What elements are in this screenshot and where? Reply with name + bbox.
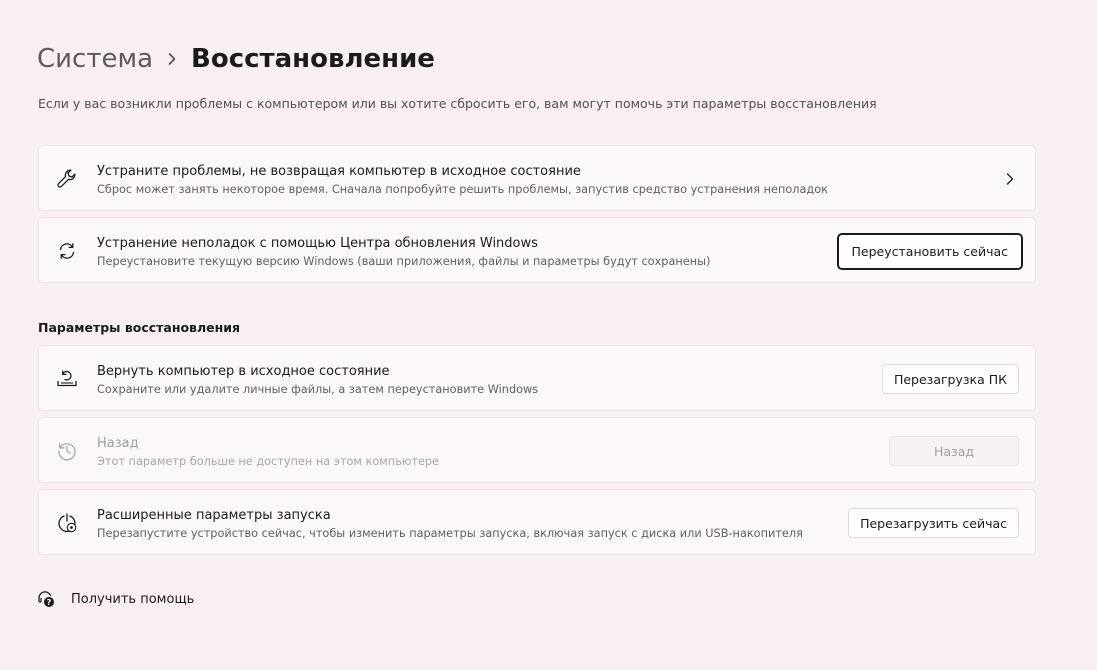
chevron-right-icon: [1003, 171, 1017, 187]
windows-update-fix-title: Устранение неполадок с помощью Центра об…: [97, 236, 538, 251]
advanced-startup-subtitle: Перезапустите устройство сейчас, чтобы и…: [97, 527, 803, 540]
wrench-icon: [55, 167, 79, 191]
breadcrumb-parent-system[interactable]: Система: [37, 44, 153, 74]
advanced-startup-title: Расширенные параметры запуска: [97, 508, 331, 523]
reset-pc-title: Вернуть компьютер в исходное состояние: [97, 364, 390, 379]
reinstall-now-button[interactable]: Переустановить сейчас: [836, 233, 1023, 270]
troubleshoot-title: Устраните проблемы, не возвращая компьют…: [97, 164, 581, 179]
reset-pc-card: Вернуть компьютер в исходное состояние С…: [38, 345, 1036, 411]
go-back-subtitle: Этот параметр больше не доступен на этом…: [97, 455, 440, 468]
reset-pc-button[interactable]: Перезагрузка ПК: [881, 364, 1019, 394]
chevron-right-icon: [167, 52, 177, 66]
page-title: Восстановление: [191, 44, 435, 74]
troubleshoot-subtitle: Сброс может занять некоторое время. Снач…: [97, 183, 828, 196]
reset-pc-icon: [55, 367, 79, 391]
go-back-card: Назад Этот параметр больше не доступен н…: [38, 417, 1036, 483]
windows-update-fix-card: Устранение неполадок с помощью Центра об…: [38, 217, 1036, 283]
recovery-options-header: Параметры восстановления: [38, 320, 241, 335]
restart-now-button[interactable]: Перезагрузить сейчас: [848, 508, 1019, 538]
svg-text:?: ?: [47, 598, 52, 607]
windows-update-fix-subtitle: Переустановите текущую версию Windows (в…: [97, 255, 711, 268]
advanced-startup-icon: [55, 511, 79, 535]
go-back-title: Назад: [97, 436, 139, 451]
help-icon: ?: [37, 590, 55, 608]
breadcrumb: Система Восстановление: [37, 40, 435, 78]
sync-icon: [55, 239, 79, 263]
troubleshoot-card[interactable]: Устраните проблемы, не возвращая компьют…: [38, 145, 1036, 211]
get-help-label[interactable]: Получить помощь: [71, 592, 194, 607]
reset-pc-subtitle: Сохраните или удалите личные файлы, а за…: [97, 383, 539, 396]
advanced-startup-card: Расширенные параметры запуска Перезапуст…: [38, 489, 1036, 555]
get-help-link[interactable]: ? Получить помощь: [37, 590, 194, 608]
history-icon: [55, 439, 79, 463]
go-back-button: Назад: [889, 436, 1019, 466]
page-description: Если у вас возникли проблемы с компьютер…: [38, 96, 877, 111]
